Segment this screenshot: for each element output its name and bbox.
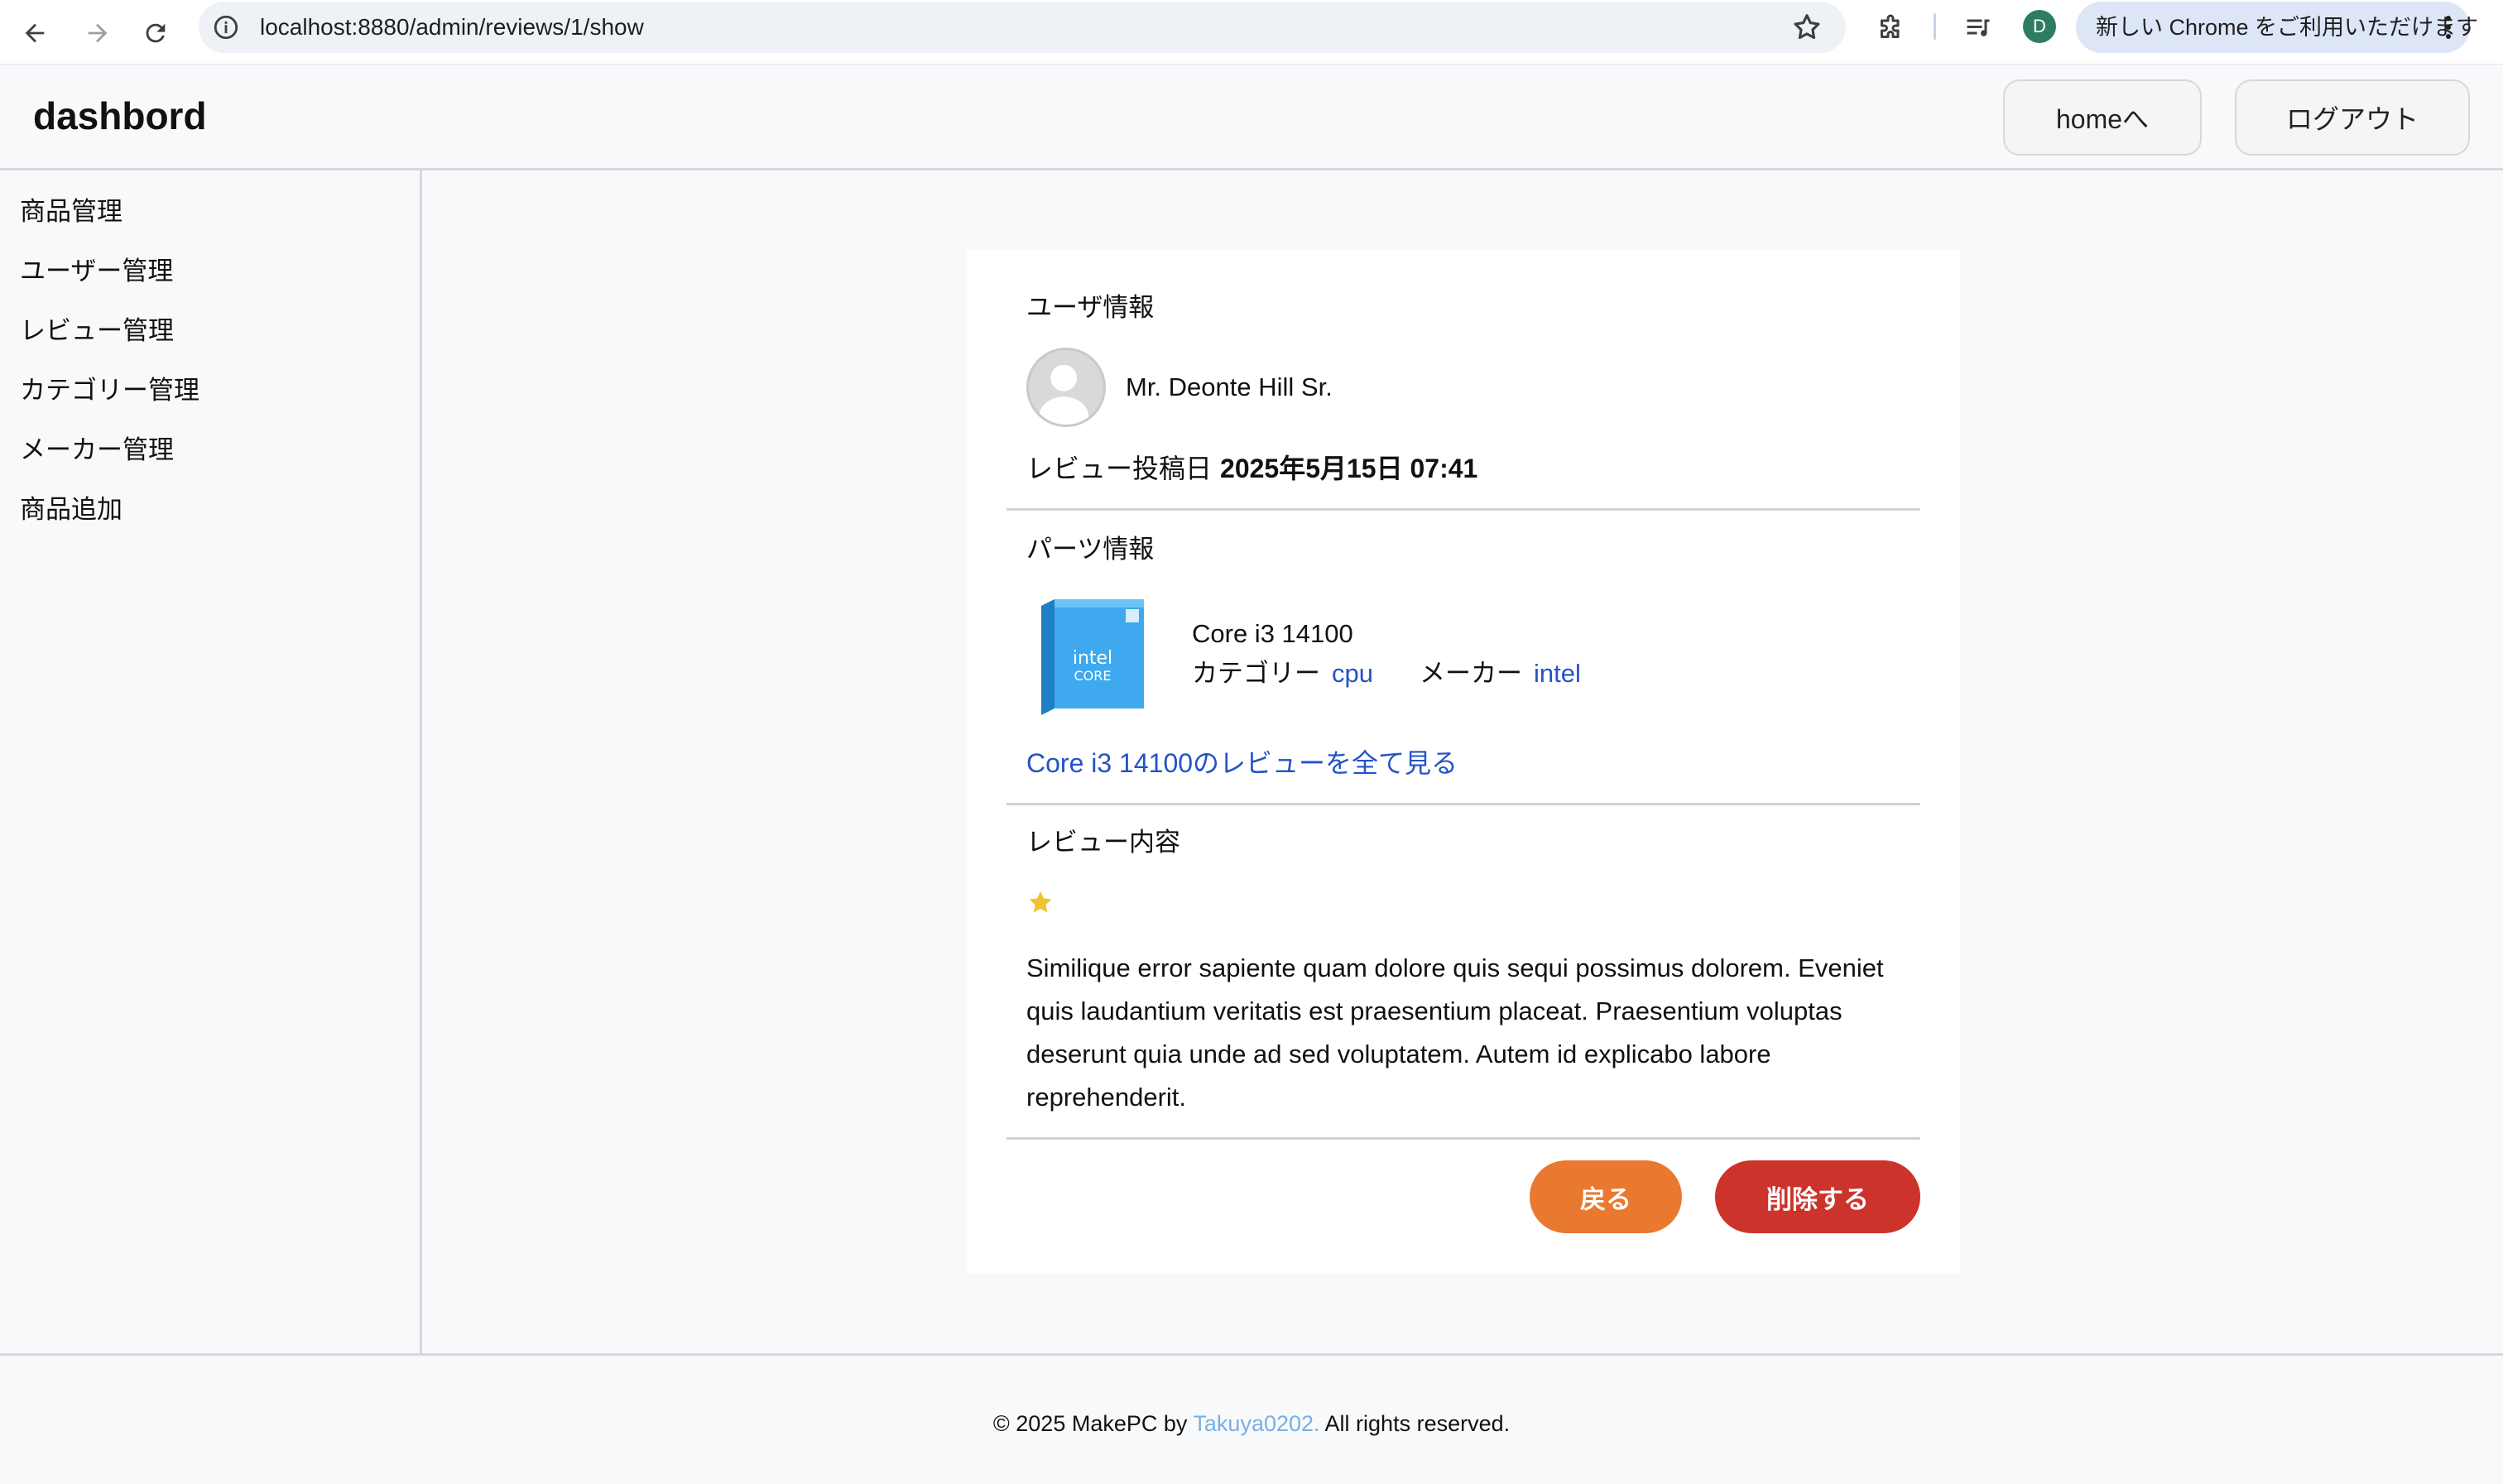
sidebar-item-makers[interactable]: メーカー管理	[20, 434, 174, 467]
sidebar-item-reviews[interactable]: レビュー管理	[20, 315, 174, 348]
profile-avatar[interactable]: D	[2023, 10, 2056, 43]
default-user-icon	[1039, 364, 1089, 425]
sidebar: 商品管理 ユーザー管理 レビュー管理 カテゴリー管理 メーカー管理 商品追加	[0, 170, 422, 1353]
section-divider	[1006, 508, 1920, 511]
sidebar-item-categories[interactable]: カテゴリー管理	[20, 374, 199, 407]
toolbar-divider	[1934, 13, 1936, 40]
all-reviews-link[interactable]: Core i3 14100のレビューを全て見る	[1026, 745, 1458, 781]
extensions-button[interactable]	[1872, 10, 1909, 46]
brand-title: dashbord	[33, 94, 207, 137]
back-nav-button[interactable]	[10, 8, 60, 58]
cpu-box-image: intel CORE	[1041, 599, 1144, 715]
back-button[interactable]: 戻る	[1530, 1160, 1682, 1233]
bookmark-star-icon[interactable]	[1791, 12, 1823, 43]
browser-toolbar: localhost:8880/admin/reviews/1/show D 新し…	[0, 0, 2503, 65]
footer: © 2025 MakePC by Takuya0202. All rights …	[0, 1353, 2503, 1484]
home-button[interactable]: homeへ	[2003, 79, 2202, 156]
product-meta: カテゴリー cpu メーカー intel	[1192, 657, 1581, 690]
svg-text:intel: intel	[1073, 648, 1112, 669]
address-bar[interactable]: localhost:8880/admin/reviews/1/show	[199, 2, 1846, 53]
section-divider	[1006, 1137, 1920, 1140]
section-divider	[1006, 803, 1920, 805]
reload-button[interactable]	[131, 8, 180, 58]
sidebar-item-products[interactable]: 商品管理	[20, 195, 123, 228]
playlist-icon	[1967, 19, 1990, 36]
posted-label: レビュー投稿日	[1026, 454, 1213, 483]
review-body: Similique error sapiente quam dolore qui…	[1026, 953, 1884, 1112]
chrome-update-text: 新しい Chrome をご利用いただけます	[2096, 15, 2479, 40]
posted-date-row: レビュー投稿日 2025年5月15日 07:41	[1026, 450, 1477, 487]
delete-button[interactable]: 削除する	[1715, 1160, 1920, 1233]
sidebar-item-users[interactable]: ユーザー管理	[20, 255, 173, 288]
user-avatar	[1026, 348, 1106, 427]
maker-link[interactable]: intel	[1534, 659, 1581, 688]
chrome-update-pill[interactable]: 新しい Chrome をご利用いただけます	[2076, 2, 2478, 53]
app-header: dashbord homeへ ログアウト	[0, 65, 2503, 170]
review-detail-card: ユーザ情報 Mr. Deonte Hill Sr. レビュー投稿日 2025年5月…	[967, 250, 1960, 1273]
footer-copyright: © 2025 MakePC by Takuya0202. All rights …	[0, 1409, 2503, 1438]
reload-icon	[146, 23, 166, 43]
footer-author-link[interactable]: Takuya0202.	[1193, 1411, 1319, 1436]
category-link[interactable]: cpu	[1332, 659, 1373, 688]
maker-label: メーカー	[1419, 659, 1522, 688]
product-name: Core i3 14100	[1192, 619, 1353, 648]
parts-section-title: パーツ情報	[1026, 535, 1155, 564]
svg-text:CORE: CORE	[1074, 668, 1112, 684]
user-section-title: ユーザ情報	[1026, 293, 1155, 322]
puzzle-icon	[1881, 14, 1900, 38]
sidebar-item-add-product[interactable]: 商品追加	[20, 493, 123, 526]
arrow-right-icon	[88, 23, 108, 43]
review-section-title: レビュー内容	[1026, 828, 1180, 857]
category-label: カテゴリー	[1192, 659, 1320, 688]
product-image: intel CORE	[1036, 598, 1149, 717]
url-text: localhost:8880/admin/reviews/1/show	[260, 14, 644, 40]
posted-date-value: 2025年5月15日 07:41	[1220, 454, 1478, 483]
footer-suffix: All rights reserved.	[1319, 1411, 1511, 1436]
user-name: Mr. Deonte Hill Sr.	[1126, 372, 1333, 401]
more-menu-icon[interactable]	[2438, 12, 2458, 43]
forward-nav-button[interactable]	[73, 8, 123, 58]
rating-star-icon	[1029, 891, 1052, 913]
site-info-icon[interactable]	[212, 13, 240, 41]
arrow-left-icon	[25, 23, 45, 43]
footer-prefix: © 2025 MakePC by	[992, 1411, 1194, 1436]
media-control-button[interactable]	[1960, 10, 1996, 46]
logout-button[interactable]: ログアウト	[2235, 79, 2470, 156]
